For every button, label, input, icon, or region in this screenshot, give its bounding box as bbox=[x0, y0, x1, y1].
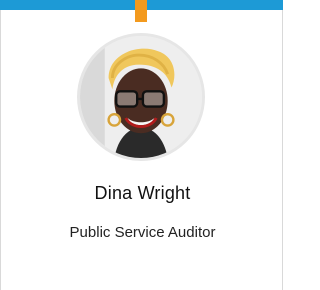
profile-card: Dina Wright Public Service Auditor bbox=[0, 0, 283, 290]
avatar[interactable] bbox=[77, 33, 205, 161]
avatar-photo-icon bbox=[80, 36, 202, 158]
card-body: Dina Wright Public Service Auditor bbox=[0, 10, 283, 290]
profile-name: Dina Wright bbox=[94, 183, 191, 203]
profile-title: Public Service Auditor bbox=[69, 224, 216, 241]
